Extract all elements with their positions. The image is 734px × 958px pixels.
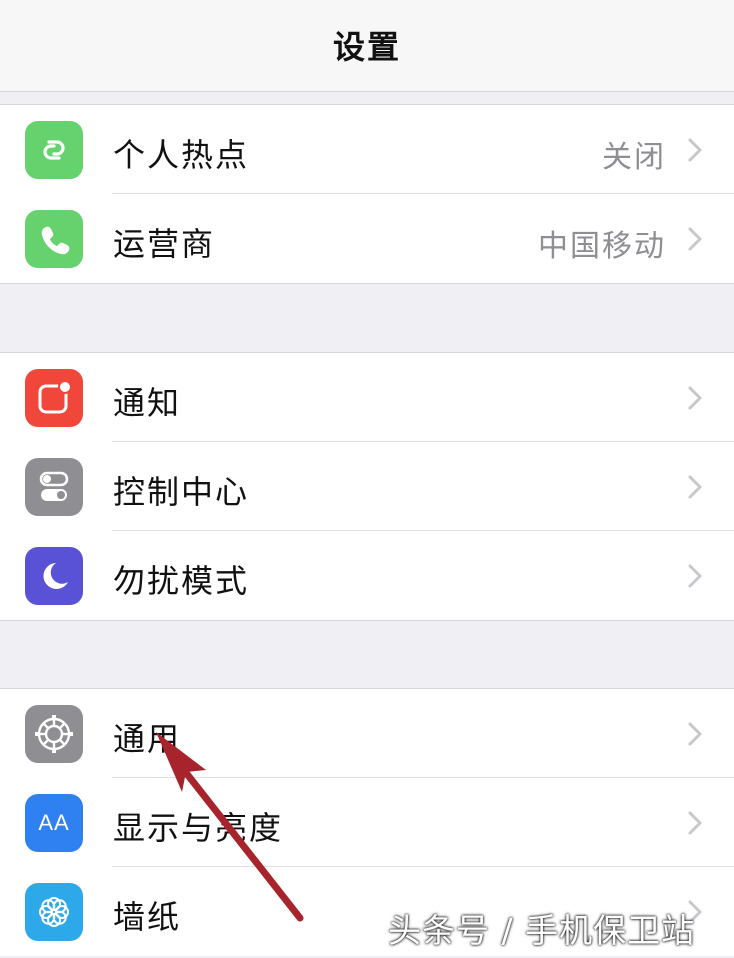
hotspot-icon	[25, 121, 83, 179]
phone-icon	[25, 210, 83, 268]
gear-icon	[25, 705, 83, 763]
display-brightness-icon-text: AA	[38, 810, 70, 835]
settings-row-label: 勿扰模式	[113, 562, 250, 600]
settings-screen: 设置 个人热点 关闭 运营商 中国移动 通知 控制中心 勿扰模式 通用 AA 显…	[0, 0, 734, 958]
settings-group-alerts: 通知 控制中心 勿扰模式	[0, 352, 734, 621]
settings-group-network: 个人热点 关闭 运营商 中国移动	[0, 104, 734, 284]
wallpaper-flower-icon	[25, 883, 83, 941]
settings-row-value: 中国移动	[538, 229, 666, 264]
settings-row-display-brightness[interactable]: AA 显示与亮度	[0, 778, 734, 867]
chevron-right-icon	[688, 138, 702, 162]
page-title: 设置	[332, 28, 401, 66]
settings-row-label: 显示与亮度	[113, 809, 284, 847]
chevron-right-icon	[688, 475, 702, 499]
settings-row-notifications[interactable]: 通知	[0, 353, 734, 442]
settings-row-value: 关闭	[602, 140, 666, 175]
settings-row-carrier[interactable]: 运营商 中国移动	[0, 194, 734, 283]
control-center-icon	[25, 458, 83, 516]
settings-row-label: 通用	[113, 720, 182, 758]
settings-row-label: 控制中心	[113, 473, 250, 511]
settings-row-control-center[interactable]: 控制中心	[0, 442, 734, 531]
chevron-right-icon	[688, 564, 702, 588]
chevron-right-icon	[688, 227, 702, 251]
moon-icon	[25, 547, 83, 605]
watermark-text: 头条号 / 手机保卫站	[388, 911, 696, 950]
settings-row-label: 个人热点	[113, 136, 250, 174]
chevron-right-icon	[688, 386, 702, 410]
settings-row-label: 运营商	[113, 225, 216, 263]
display-brightness-icon: AA	[25, 794, 83, 852]
settings-row-label: 通知	[113, 384, 182, 422]
settings-row-general[interactable]: 通用	[0, 689, 734, 778]
chevron-right-icon	[688, 811, 702, 835]
settings-row-personal-hotspot[interactable]: 个人热点 关闭	[0, 105, 734, 194]
notifications-icon	[25, 369, 83, 427]
settings-row-do-not-disturb[interactable]: 勿扰模式	[0, 531, 734, 620]
navigation-bar: 设置	[0, 0, 734, 92]
chevron-right-icon	[688, 722, 702, 746]
settings-row-label: 墙纸	[113, 898, 182, 936]
